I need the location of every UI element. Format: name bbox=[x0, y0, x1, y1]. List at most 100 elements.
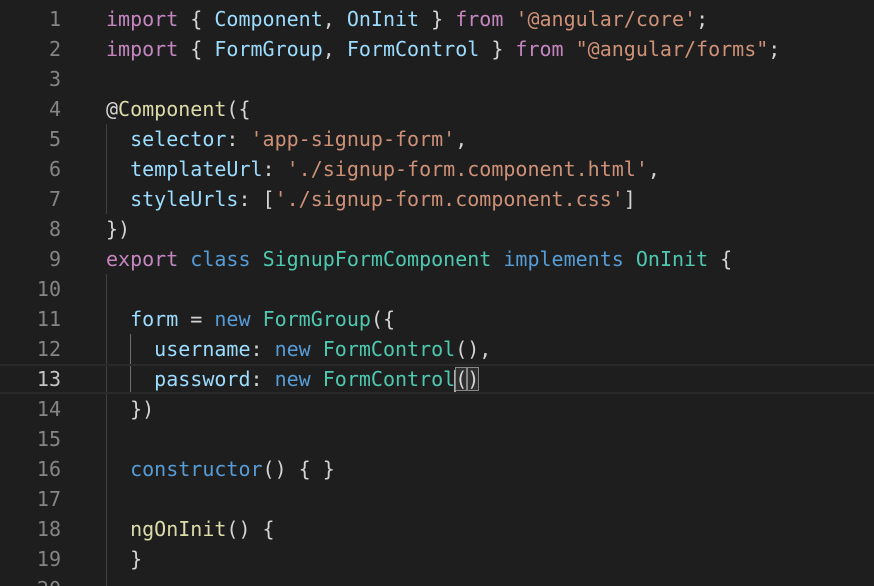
code-token: ({ bbox=[370, 307, 396, 331]
code-token: }) bbox=[106, 217, 131, 241]
code-line[interactable]: 1 import { Component, OnInit } from '@ang… bbox=[0, 4, 874, 34]
code-token: { bbox=[708, 247, 733, 271]
code-token: styleUrls bbox=[130, 187, 239, 211]
line-number: 4 bbox=[48, 97, 61, 121]
code-token: 'app-signup-form' bbox=[250, 127, 456, 151]
code-token: new bbox=[214, 307, 251, 331]
code-line[interactable]: 3 bbox=[0, 64, 874, 94]
code-token: './signup-form.component.css' bbox=[274, 187, 624, 211]
code-token: ] bbox=[623, 187, 636, 211]
line-number: 14 bbox=[36, 397, 61, 421]
code-token: ({ bbox=[226, 97, 251, 121]
code-token: class bbox=[190, 247, 251, 271]
code-token: ; bbox=[696, 7, 709, 31]
line-number: 15 bbox=[36, 427, 61, 451]
line-code[interactable]: import { FormGroup, FormControl } from "… bbox=[106, 34, 780, 64]
code-line[interactable]: 11 form = new FormGroup({ bbox=[0, 304, 874, 334]
line-number: 12 bbox=[36, 337, 61, 361]
line-number: 16 bbox=[36, 457, 61, 481]
code-token: selector bbox=[130, 127, 227, 151]
code-token: "@angular/forms" bbox=[575, 37, 769, 61]
code-token: templateUrl bbox=[130, 157, 263, 181]
code-line[interactable]: 8}) bbox=[0, 214, 874, 244]
code-token: form bbox=[130, 307, 179, 331]
code-token: : bbox=[262, 157, 287, 181]
line-code[interactable]: password: new FormControl() bbox=[106, 364, 480, 394]
code-token: FormControl bbox=[322, 337, 456, 361]
code-line[interactable]: 6 templateUrl: './signup-form.component.… bbox=[0, 154, 874, 184]
code-token: FormGroup bbox=[262, 307, 371, 331]
code-token: }) bbox=[106, 397, 155, 421]
line-number: 19 bbox=[36, 547, 61, 571]
code-line[interactable]: 13 password: new FormControl() bbox=[0, 364, 874, 394]
code-token: , bbox=[322, 7, 347, 31]
code-line[interactable]: 17 bbox=[0, 484, 874, 514]
code-token: from bbox=[455, 7, 504, 31]
code-token: OnInit bbox=[346, 7, 420, 31]
code-token: implements bbox=[503, 247, 624, 271]
line-code[interactable]: }) bbox=[106, 214, 130, 244]
line-code[interactable]: }) bbox=[106, 394, 154, 424]
code-line[interactable]: 19 } bbox=[0, 544, 874, 574]
line-code[interactable]: ngOnInit() { bbox=[106, 514, 275, 544]
code-line[interactable]: 16 constructor() { } bbox=[0, 454, 874, 484]
line-number: 7 bbox=[48, 187, 61, 211]
code-editor[interactable]: 1 import { Component, OnInit } from '@ang… bbox=[0, 0, 874, 586]
code-token: () { } bbox=[262, 457, 335, 481]
code-line[interactable]: 15 bbox=[0, 424, 874, 454]
code-token: ngOnInit bbox=[130, 517, 227, 541]
line-number: 17 bbox=[36, 487, 61, 511]
code-token: : bbox=[250, 337, 275, 361]
code-token: export bbox=[106, 247, 179, 271]
code-line[interactable]: 20 bbox=[0, 574, 874, 586]
code-token: { bbox=[178, 7, 215, 31]
code-line[interactable]: 5 selector: 'app-signup-form', bbox=[0, 124, 874, 154]
line-number: 6 bbox=[48, 157, 61, 181]
code-line[interactable]: 14 }) bbox=[0, 394, 874, 424]
code-line[interactable]: 12 username: new FormControl(), bbox=[0, 334, 874, 364]
code-token: : bbox=[250, 367, 275, 391]
code-token: password bbox=[154, 367, 251, 391]
line-code[interactable]: } bbox=[106, 544, 142, 574]
line-code[interactable]: @Component({ bbox=[106, 94, 251, 124]
code-line[interactable]: 18 ngOnInit() { bbox=[0, 514, 874, 544]
code-line[interactable]: 7 styleUrls: ['./signup-form.component.c… bbox=[0, 184, 874, 214]
code-token: } bbox=[479, 37, 516, 61]
code-line[interactable]: 10 bbox=[0, 274, 874, 304]
code-token: : bbox=[226, 127, 251, 151]
code-token: FormControl bbox=[322, 367, 456, 391]
code-token: { bbox=[178, 37, 215, 61]
code-token: : [ bbox=[238, 187, 275, 211]
code-token: from bbox=[515, 37, 564, 61]
code-token: = bbox=[178, 307, 215, 331]
line-code[interactable]: selector: 'app-signup-form', bbox=[106, 124, 467, 154]
code-line[interactable]: 4 @Component({ bbox=[0, 94, 874, 124]
line-number: 3 bbox=[48, 67, 61, 91]
code-token: new bbox=[274, 367, 311, 391]
line-code[interactable]: export class SignupFormComponent impleme… bbox=[106, 244, 732, 274]
line-code[interactable]: username: new FormControl(), bbox=[106, 334, 491, 364]
code-line[interactable]: 2 import { FormGroup, FormControl } from … bbox=[0, 34, 874, 64]
line-code[interactable]: form = new FormGroup({ bbox=[106, 304, 395, 334]
code-token: , bbox=[455, 127, 468, 151]
code-token: constructor bbox=[130, 457, 263, 481]
line-code[interactable]: constructor() { } bbox=[106, 454, 335, 484]
line-number: 10 bbox=[36, 277, 61, 301]
line-code[interactable]: styleUrls: ['./signup-form.component.css… bbox=[106, 184, 636, 214]
line-code[interactable]: import { Component, OnInit } from '@angu… bbox=[106, 4, 708, 34]
code-line[interactable]: 9 export class SignupFormComponent implem… bbox=[0, 244, 874, 274]
code-token: import bbox=[106, 37, 179, 61]
line-number: 11 bbox=[36, 307, 61, 331]
line-code[interactable]: templateUrl: './signup-form.component.ht… bbox=[106, 154, 660, 184]
code-token: } bbox=[419, 7, 456, 31]
